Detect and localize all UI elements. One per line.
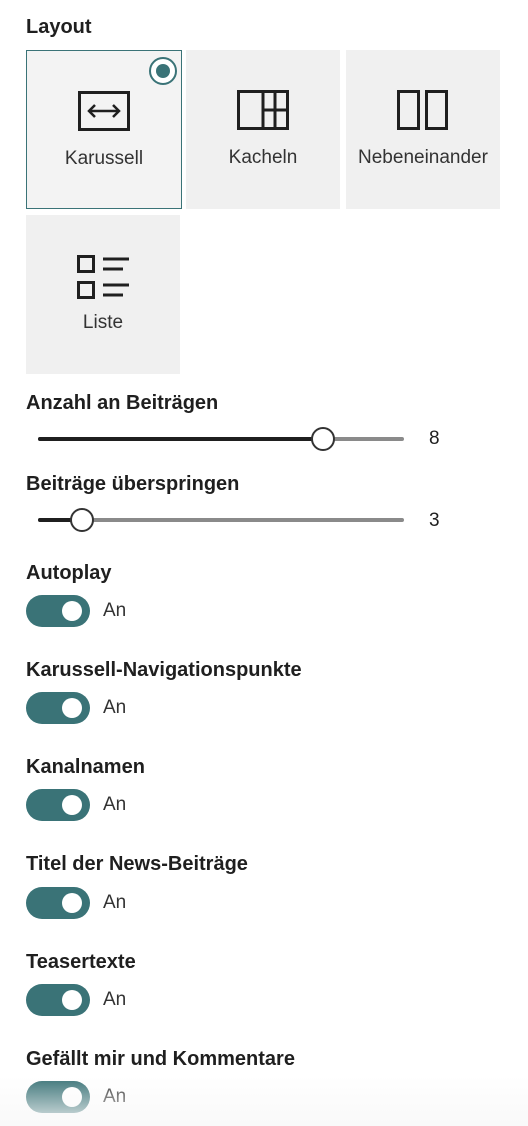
news-titles-label: Titel der News-Beiträge xyxy=(26,853,248,875)
channel-names-toggle[interactable] xyxy=(26,789,90,821)
post-count-label: Anzahl an Beiträgen xyxy=(26,392,219,414)
layout-option-tiles[interactable]: Kacheln xyxy=(186,50,340,209)
toggle-knob xyxy=(62,601,82,621)
tiles-icon xyxy=(186,90,340,130)
likes-comments-label: Gefällt mir und Kommentare xyxy=(26,1048,295,1070)
post-count-value: 8 xyxy=(429,428,440,449)
channel-names-label: Kanalnamen xyxy=(26,756,145,778)
selected-radio-icon xyxy=(149,57,177,85)
skip-posts-label: Beiträge überspringen xyxy=(26,473,240,495)
teaser-texts-toggle[interactable] xyxy=(26,984,90,1016)
layout-label: Layout xyxy=(26,16,92,38)
slider-fill xyxy=(38,437,324,441)
toggle-knob xyxy=(62,893,82,913)
layout-option-label: Kacheln xyxy=(228,147,298,168)
skip-posts-slider[interactable] xyxy=(38,508,404,532)
teaser-texts-label: Teasertexte xyxy=(26,951,136,973)
toggle-knob xyxy=(62,1087,82,1107)
autoplay-label: Autoplay xyxy=(26,562,112,584)
autoplay-state: An xyxy=(103,600,127,621)
slider-thumb[interactable] xyxy=(311,427,336,451)
layout-option-label: Liste xyxy=(82,312,124,333)
slider-thumb[interactable] xyxy=(69,508,94,532)
side-by-side-icon xyxy=(346,90,500,130)
likes-comments-toggle[interactable] xyxy=(26,1081,90,1113)
layout-option-label: Karussell xyxy=(64,148,144,169)
layout-option-side-by-side[interactable]: Nebeneinander xyxy=(346,50,500,209)
layout-option-list[interactable]: Liste xyxy=(26,215,180,374)
carousel-dots-state: An xyxy=(103,697,127,718)
toggle-knob xyxy=(62,990,82,1010)
channel-names-state: An xyxy=(103,794,127,815)
layout-option-carousel[interactable]: Karussell xyxy=(26,50,182,209)
news-titles-toggle[interactable] xyxy=(26,887,90,919)
carousel-dots-label: Karussell-Navigationspunkte xyxy=(26,659,302,681)
list-icon xyxy=(26,255,180,299)
autoplay-toggle[interactable] xyxy=(26,595,90,627)
news-titles-state: An xyxy=(103,892,127,913)
toggle-knob xyxy=(62,698,82,718)
teaser-texts-state: An xyxy=(103,989,127,1010)
likes-comments-state: An xyxy=(103,1086,127,1107)
post-count-slider[interactable] xyxy=(38,427,404,451)
layout-option-label: Nebeneinander xyxy=(358,147,488,168)
toggle-knob xyxy=(62,795,82,815)
skip-posts-value: 3 xyxy=(429,510,440,531)
carousel-dots-toggle[interactable] xyxy=(26,692,90,724)
carousel-icon xyxy=(27,91,181,131)
